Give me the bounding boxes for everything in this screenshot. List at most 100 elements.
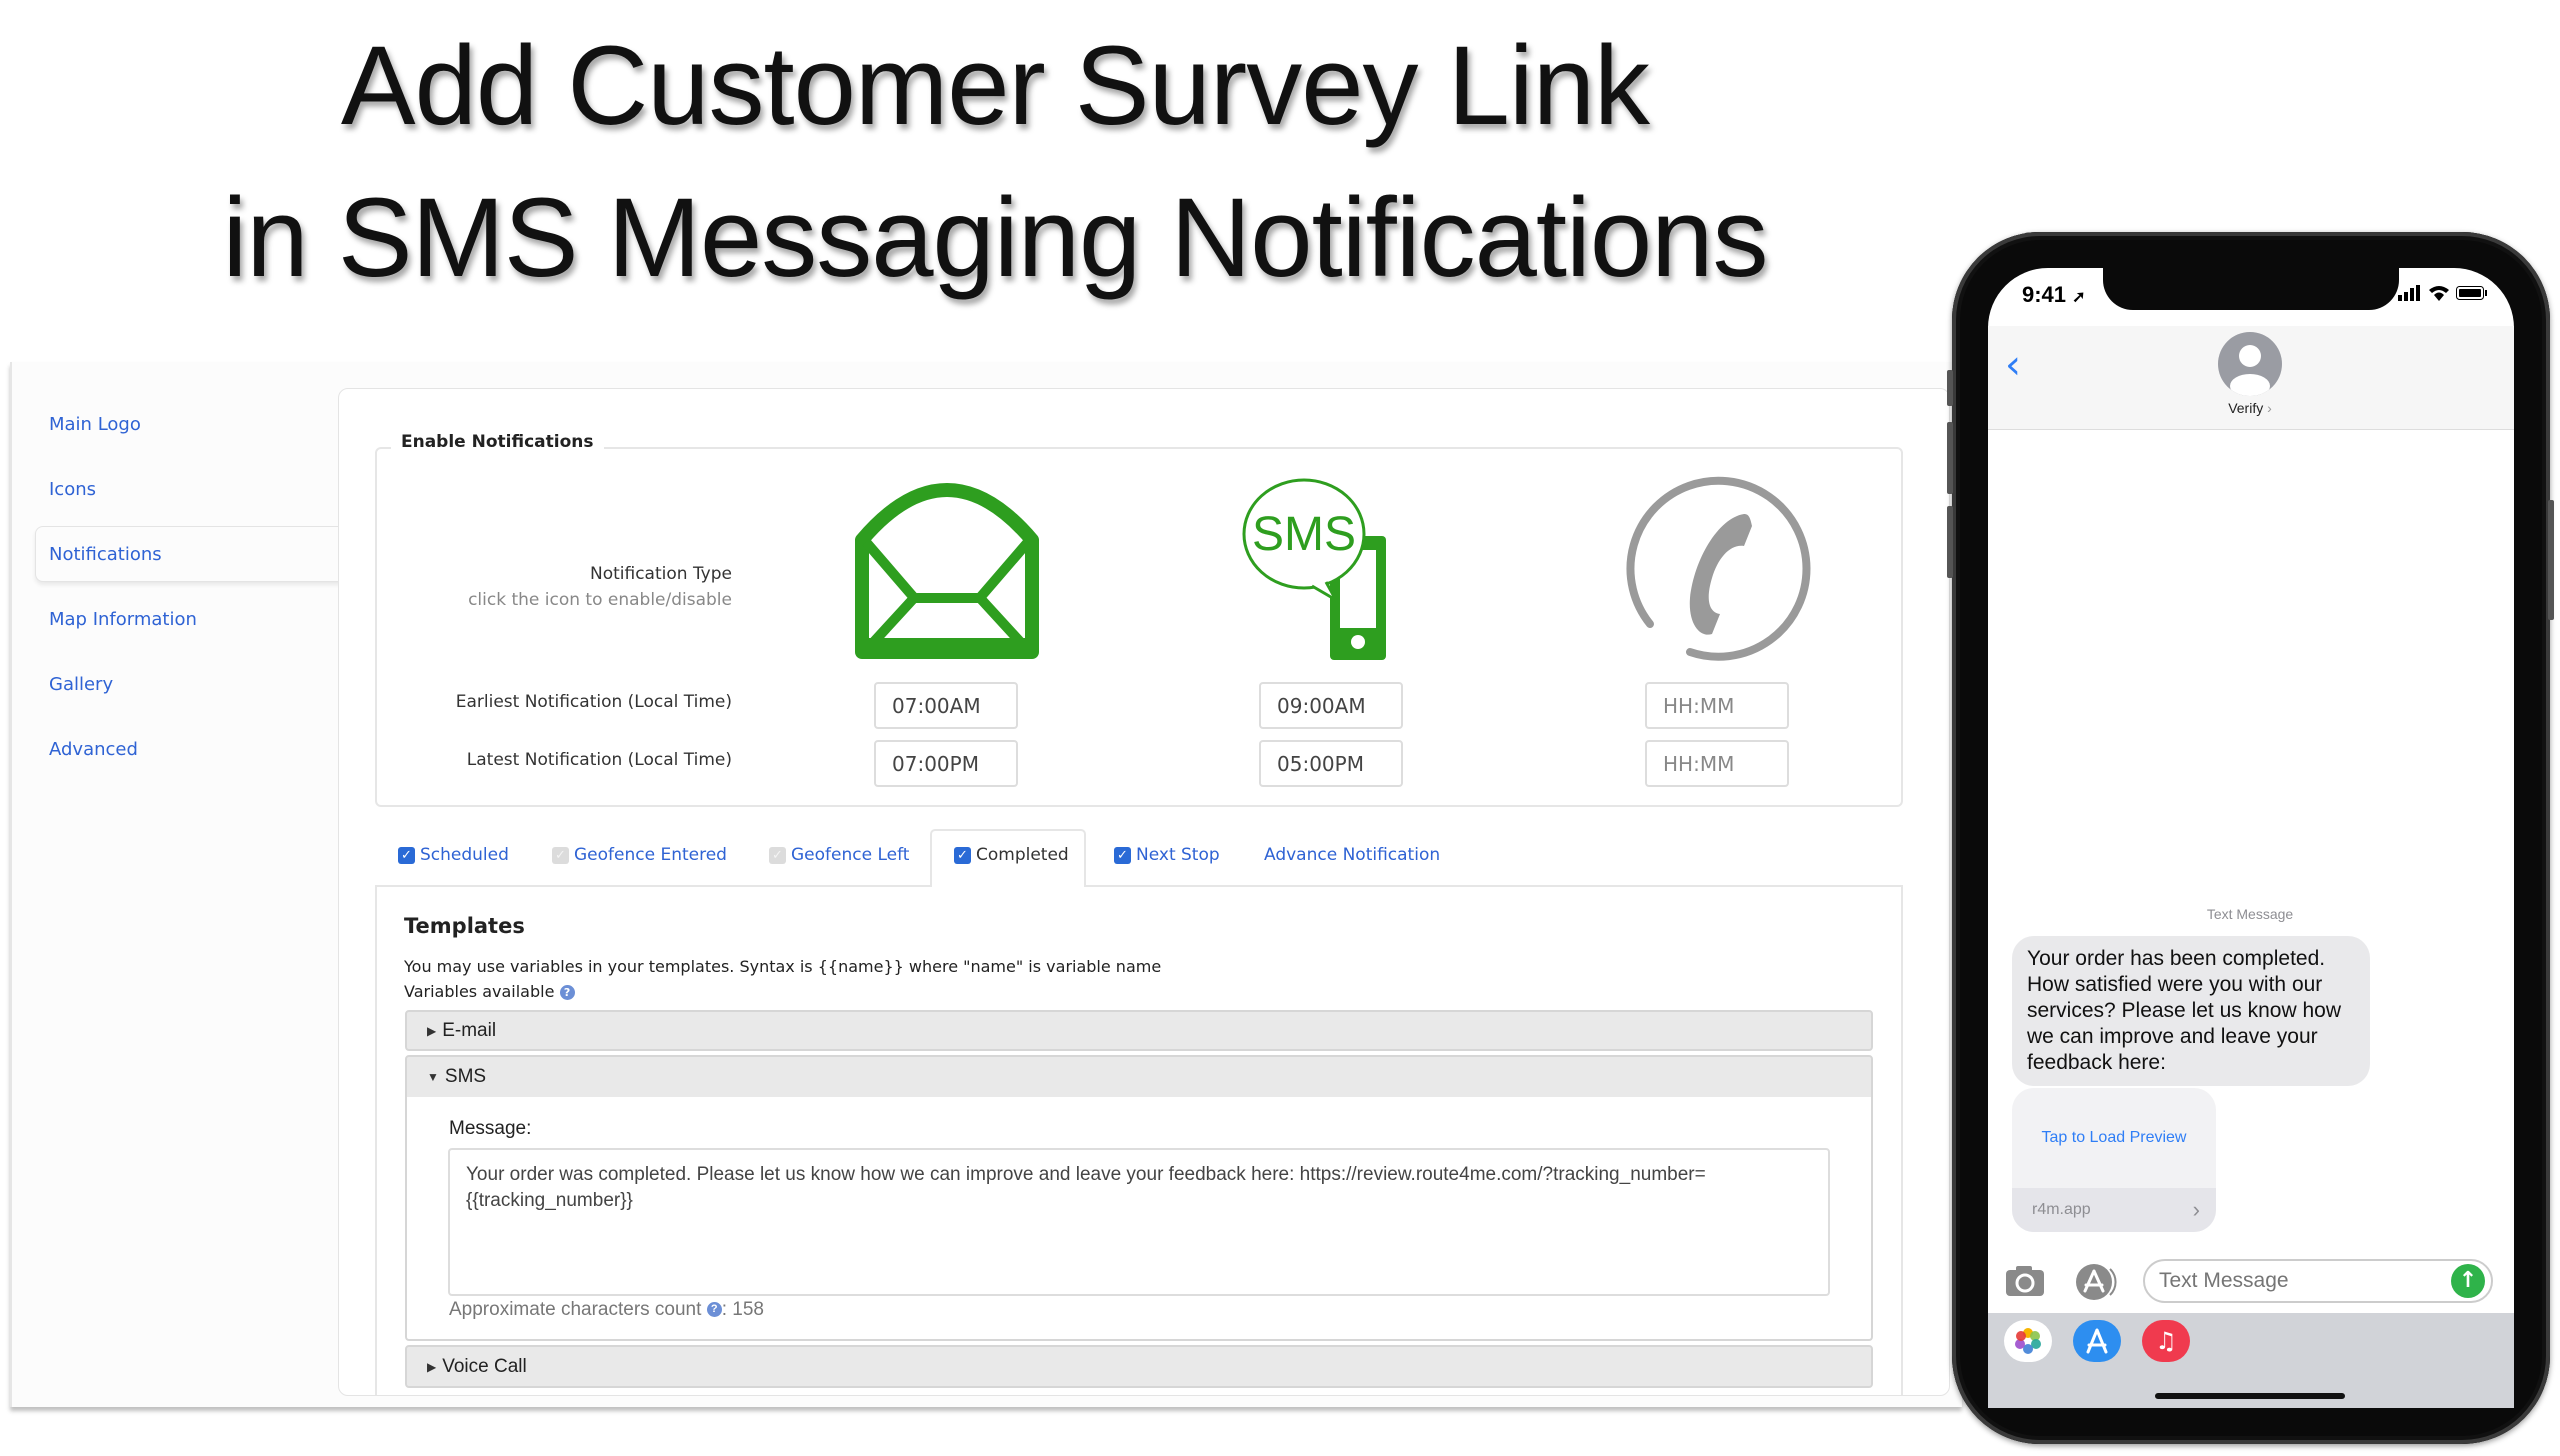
phone-mute-switch [1947,370,1953,406]
status-indicators [2398,285,2488,301]
sms-earliest-time-input[interactable] [1259,682,1403,729]
sms-latest-time-input[interactable] [1259,740,1403,787]
cellular-signal-icon [2398,285,2420,301]
music-app-icon[interactable]: ♫ [2142,1320,2190,1362]
variables-available-label: Variables available [404,982,555,1001]
accordion-email-label: E-mail [442,1019,497,1041]
email-earliest-time-input[interactable] [874,682,1018,729]
tab-scheduled-label: Scheduled [420,845,509,865]
sidebar-item-notifications[interactable]: Notifications [49,544,162,565]
character-count-help-icon[interactable]: ? [706,1302,722,1318]
phone-volume-down [1947,506,1953,578]
page-heading-line-1: Add Customer Survey Link [340,23,1650,148]
sidebar-item-icons[interactable]: Icons [49,479,96,500]
character-count-value: 158 [732,1299,764,1320]
accordion-sms-header[interactable]: ▼ SMS [405,1055,1873,1099]
caret-right-icon: ▶ [427,1359,437,1374]
sidebar-item-advanced[interactable]: Advanced [49,739,138,760]
music-note-icon: ♫ [2155,1327,2177,1355]
battery-icon [2456,286,2487,300]
chevron-right-icon: › [2192,1197,2200,1222]
phone-volume-up [1947,422,1953,494]
tab-geofence-entered-label: Geofence Entered [574,845,727,865]
tab-scheduled[interactable]: ✓ Scheduled [398,845,509,865]
back-button[interactable]: ‹ [2005,342,2021,388]
sms-message-label: Message: [449,1118,532,1139]
tab-next-stop[interactable]: ✓ Next Stop [1114,845,1220,865]
text-message-input[interactable] [2143,1259,2493,1303]
tap-to-load-preview[interactable]: Tap to Load Preview [2012,1088,2216,1188]
geofence-entered-checkbox: ✓ [552,846,569,864]
person-icon [2230,345,2270,396]
camera-icon[interactable] [2004,1264,2046,1298]
wifi-icon [2429,286,2449,301]
templates-title: Templates [404,914,525,938]
sms-channel-toggle[interactable]: SMS [1240,474,1420,670]
accordion-sms-label: SMS [444,1066,487,1087]
accordion-voice-call-header[interactable]: ▶ Voice Call [405,1345,1873,1388]
envelope-icon [855,483,1039,659]
voice-earliest-time-input[interactable] [1645,682,1789,729]
sidebar-item-main-logo[interactable]: Main Logo [49,414,141,435]
photos-app-icon[interactable] [2004,1320,2052,1362]
voice-latest-time-input[interactable] [1645,740,1789,787]
accordion-email-header[interactable]: ▶ E-mail [405,1010,1873,1051]
tab-geofence-left-label: Geofence Left [791,845,910,865]
email-channel-toggle[interactable] [852,480,1042,664]
page-heading-line-2: in SMS Messaging Notifications [222,175,1769,300]
notification-type-hint: click the icon to enable/disable [468,590,732,610]
templates-syntax-note: You may use variables in your templates.… [404,957,1162,976]
character-count-label: Approximate characters count [449,1299,702,1320]
status-bar-time: 9:41 ➚ [2022,282,2086,308]
tab-advance-notification-label: Advance Notification [1264,845,1441,865]
next-stop-checkbox[interactable]: ✓ [1114,846,1131,864]
help-icon[interactable]: ? [559,985,575,1000]
voice-channel-toggle[interactable] [1620,474,1812,670]
sms-phone-icon: SMS [1242,478,1386,660]
home-indicator[interactable] [2155,1393,2345,1399]
link-preview-footer: r4m.app › [2012,1188,2216,1232]
photos-flower-icon [2015,1328,2041,1354]
sidebar-item-gallery[interactable]: Gallery [49,674,113,695]
app-store-a-icon [2086,1328,2108,1354]
location-arrow-icon: ➚ [2072,289,2086,306]
contact-avatar[interactable] [2218,332,2282,396]
sms-icon-text: SMS [1252,508,1356,561]
tab-completed[interactable]: ✓ Completed [954,845,1069,865]
tab-next-stop-label: Next Stop [1136,845,1220,865]
tab-completed-label: Completed [976,845,1069,865]
sms-message-textarea[interactable]: Your order was completed. Please let us … [448,1148,1830,1296]
email-latest-time-input[interactable] [874,740,1018,787]
contact-name-text: Verify [2228,400,2264,416]
received-message-bubble: Your order has been completed. How satis… [2012,936,2370,1086]
notification-type-label: Notification Type [590,564,732,584]
sidebar-item-map-information[interactable]: Map Information [49,609,197,630]
send-button[interactable]: ↑ [2451,1264,2485,1298]
chevron-right-icon: › [2267,400,2272,416]
earliest-notification-label: Earliest Notification (Local Time) [455,692,732,712]
phone-side-button [2548,500,2554,620]
latest-notification-label: Latest Notification (Local Time) [466,750,732,770]
scheduled-checkbox[interactable]: ✓ [398,846,415,864]
tab-advance-notification[interactable]: Advance Notification [1264,845,1440,865]
app-store-app-icon[interactable] [2073,1320,2121,1362]
completed-checkbox[interactable]: ✓ [954,846,971,864]
app-store-icon[interactable] [2074,1263,2120,1301]
accordion-voice-call-label: Voice Call [442,1355,527,1377]
message-type-label: Text Message [2206,906,2294,922]
phone-screen [1988,268,2514,1408]
character-count: Approximate characters count ?: 158 [449,1299,764,1320]
phone-handset-icon [1626,476,1811,661]
caret-right-icon: ▶ [427,1023,437,1038]
tab-geofence-left[interactable]: ✓ Geofence Left [769,845,909,865]
link-domain: r4m.app [2032,1201,2091,1218]
enable-notifications-legend: Enable Notifications [391,432,604,452]
contact-name[interactable]: Verify › [2200,400,2300,416]
tab-geofence-entered[interactable]: ✓ Geofence Entered [552,845,727,865]
status-time-text: 9:41 [2022,282,2067,307]
caret-down-icon: ▼ [427,1070,439,1084]
phone-notch [2103,268,2399,310]
link-preview-card[interactable]: Tap to Load Preview r4m.app › [2012,1088,2216,1232]
geofence-left-checkbox: ✓ [769,846,786,864]
variables-available: Variables available ? [404,982,575,1001]
